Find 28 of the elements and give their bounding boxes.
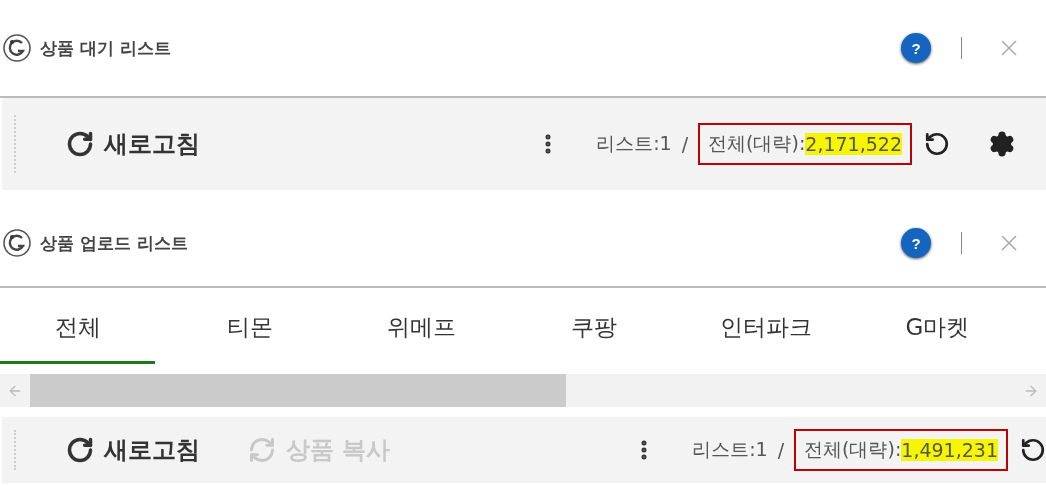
separator-text: /: [777, 439, 785, 461]
logo-icon: [2, 228, 32, 258]
list-count: 리스트:1: [692, 437, 768, 462]
panel-title: 상품 업로드 리스트: [40, 231, 189, 255]
total-count: 전체(대략):2,171,522: [698, 123, 912, 165]
tab[interactable]: G마켓: [860, 302, 1015, 364]
tab[interactable]: 티몬: [172, 302, 327, 364]
scrollbar-thumb[interactable]: [30, 374, 566, 407]
refresh-icon: [66, 130, 94, 158]
tab[interactable]: 인터파크: [688, 302, 843, 364]
tab[interactable]: 쿠팡: [516, 302, 671, 364]
list-count: 리스트:1: [596, 131, 672, 156]
tab[interactable]: 위메프: [344, 302, 499, 364]
refresh-button[interactable]: 새로고침: [66, 434, 200, 466]
logo-icon: [2, 33, 32, 63]
reset-button[interactable]: [1020, 437, 1046, 463]
total-count: 전체(대략):1,491,231: [794, 429, 1008, 471]
help-button[interactable]: ?: [901, 33, 931, 63]
panel-title: 상품 대기 리스트: [40, 36, 172, 60]
refresh-button[interactable]: 새로고침: [66, 128, 200, 160]
tab[interactable]: 전체: [0, 302, 155, 364]
settings-button[interactable]: [988, 130, 1016, 158]
cycle-icon: [248, 436, 276, 464]
scrollbar[interactable]: [0, 374, 1046, 407]
refresh-icon: [66, 436, 94, 464]
help-button[interactable]: ?: [901, 228, 931, 258]
separator-text: /: [681, 133, 689, 155]
reset-button[interactable]: [924, 131, 950, 157]
